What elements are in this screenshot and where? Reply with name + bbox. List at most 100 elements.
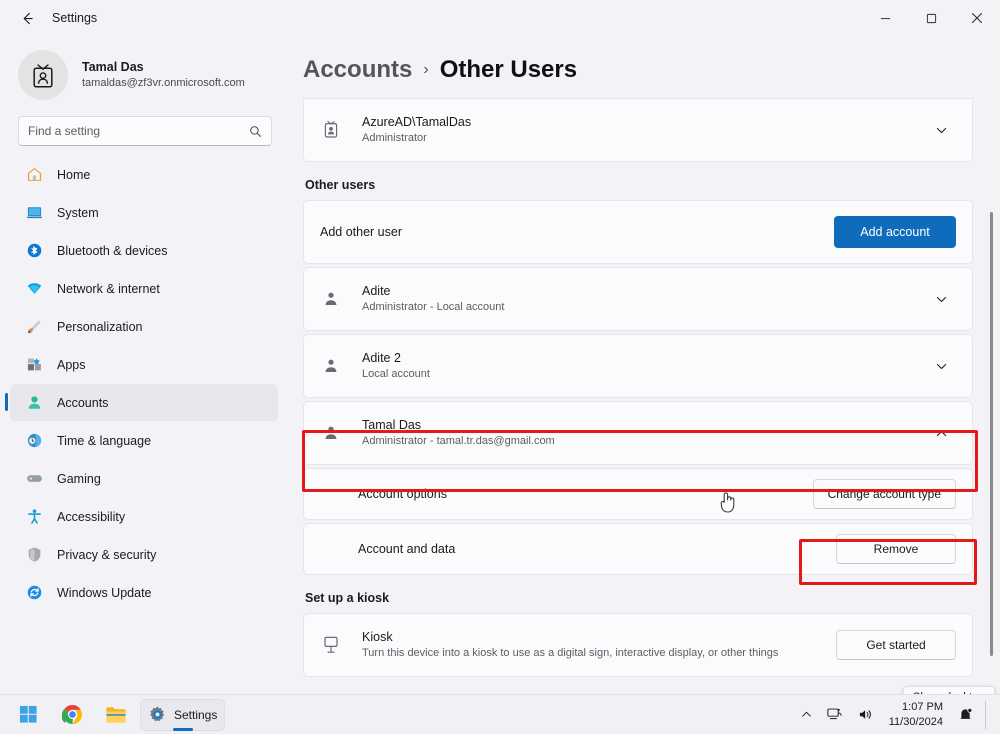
maximize-button[interactable] — [908, 0, 954, 36]
chevron-down-icon[interactable] — [926, 115, 956, 145]
sidebar-item-label: Network & internet — [57, 281, 160, 296]
sidebar-item-gaming[interactable]: Gaming — [10, 460, 278, 497]
sidebar: Tamal Das tamaldas@zf3vr.onmicrosoft.com… — [0, 36, 288, 694]
sidebar-item-apps[interactable]: Apps — [10, 346, 278, 383]
add-account-button[interactable]: Add account — [834, 216, 956, 248]
accounts-person-icon — [24, 393, 44, 413]
sidebar-item-network[interactable]: Network & internet — [10, 270, 278, 307]
chevron-down-icon[interactable] — [926, 284, 956, 314]
search-input[interactable] — [28, 124, 249, 138]
user-card-tamal-das: Tamal Das Administrator - tamal.tr.das@g… — [303, 401, 973, 465]
sidebar-item-label: Accessibility — [57, 509, 126, 524]
sidebar-item-label: System — [57, 205, 99, 220]
home-icon — [24, 165, 44, 185]
sidebar-item-label: Home — [57, 167, 91, 182]
user-sub: Local account — [362, 368, 430, 381]
sidebar-item-label: Personalization — [57, 319, 143, 334]
sidebar-item-privacy-security[interactable]: Privacy & security — [10, 536, 278, 573]
settings-window: Settings Tamal Das tamaldas@zf3vr.onmicr… — [0, 0, 1000, 734]
window-title: Settings — [52, 11, 98, 25]
user-name: Adite 2 — [362, 350, 401, 365]
clock-time: 1:07 PM — [902, 700, 943, 713]
azuread-account-sub: Administrator — [362, 132, 427, 145]
add-other-user-label: Add other user — [320, 225, 402, 239]
user-texts: Tamal Das Administrator - tamal.tr.das@g… — [362, 416, 926, 450]
sidebar-item-time-language[interactable]: Time & language — [10, 422, 278, 459]
tray-chevron-up-icon[interactable] — [798, 705, 815, 724]
title-bar: Settings — [0, 0, 1000, 36]
azuread-account-name: AzureAD\TamalDas — [362, 114, 472, 129]
azuread-account-texts: AzureAD\TamalDas Administrator — [362, 113, 926, 147]
kiosk-name: Kiosk — [362, 629, 393, 644]
remove-button[interactable]: Remove — [836, 534, 956, 564]
user-texts: Adite Administrator - Local account — [362, 282, 926, 316]
sidebar-item-system[interactable]: System — [10, 194, 278, 231]
clock-date: 11/30/2024 — [888, 715, 943, 728]
notification-bell-icon[interactable] — [955, 703, 976, 726]
azuread-account-row[interactable]: AzureAD\TamalDas Administrator — [304, 99, 972, 161]
taskbar-settings-button[interactable]: Settings — [140, 698, 226, 731]
taskbar-file-explorer-button[interactable] — [96, 699, 136, 731]
azuread-account-card: AzureAD\TamalDas Administrator — [303, 98, 973, 162]
back-button[interactable] — [10, 3, 44, 33]
minimize-button[interactable] — [862, 0, 908, 36]
add-other-user-card: Add other user Add account — [303, 200, 973, 264]
work-account-icon — [320, 120, 342, 140]
user-row-expanded[interactable]: Tamal Das Administrator - tamal.tr.das@g… — [304, 402, 972, 464]
user-card-adite: Adite Administrator - Local account — [303, 267, 973, 331]
content-scrollbar[interactable] — [990, 212, 993, 656]
user-name: Adite — [362, 283, 391, 298]
minimize-icon — [880, 17, 890, 19]
volume-icon[interactable] — [855, 703, 877, 726]
personalization-brush-icon — [24, 317, 44, 337]
kiosk-monitor-icon — [320, 635, 342, 655]
taskbar-start-button[interactable] — [8, 699, 48, 731]
sidebar-item-label: Accounts — [57, 395, 109, 410]
sidebar-item-windows-update[interactable]: Windows Update — [10, 574, 278, 611]
taskbar-clock[interactable]: 1:07 PM 11/30/2024 — [886, 700, 946, 730]
chevron-down-icon[interactable] — [926, 351, 956, 381]
sidebar-item-label: Bluetooth & devices — [57, 243, 168, 258]
chevron-right-icon: › — [423, 61, 429, 78]
network-tray-icon[interactable] — [824, 703, 846, 726]
sidebar-item-label: Gaming — [57, 471, 101, 486]
user-texts: Adite 2 Local account — [362, 349, 926, 383]
system-icon — [24, 203, 44, 223]
kiosk-card: Kiosk Turn this device into a kiosk to u… — [303, 613, 973, 677]
person-icon — [320, 290, 342, 308]
account-options-label: Account options — [358, 487, 447, 501]
account-options-row: Account options Change account type — [304, 469, 972, 519]
search-box[interactable] — [18, 116, 272, 146]
sidebar-item-label: Apps — [57, 357, 86, 372]
breadcrumb-parent[interactable]: Accounts — [303, 56, 412, 84]
user-name: Tamal Das — [362, 417, 422, 432]
page-title: Other Users — [439, 56, 578, 83]
show-desktop-tooltip: Show desktop — [902, 686, 995, 694]
sidebar-item-bluetooth[interactable]: Bluetooth & devices — [10, 232, 278, 269]
sidebar-item-personalization[interactable]: Personalization — [10, 308, 278, 345]
sidebar-item-label: Privacy & security — [57, 547, 157, 562]
sidebar-item-accessibility[interactable]: Accessibility — [10, 498, 278, 535]
close-button[interactable] — [954, 0, 1000, 36]
taskbar-chrome-button[interactable] — [52, 699, 92, 731]
sidebar-item-accounts[interactable]: Accounts — [5, 384, 278, 421]
kiosk-texts: Kiosk Turn this device into a kiosk to u… — [362, 628, 836, 662]
chevron-up-icon[interactable] — [926, 418, 956, 448]
user-row[interactable]: Adite 2 Local account — [304, 335, 972, 397]
profile-name: Tamal Das — [82, 60, 144, 75]
kiosk-sub: Turn this device into a kiosk to use as … — [362, 647, 779, 660]
kiosk-row[interactable]: Kiosk Turn this device into a kiosk to u… — [304, 614, 972, 676]
user-sub: Administrator - tamal.tr.das@gmail.com — [362, 435, 555, 448]
main-content: Accounts › Other Users AzureAD\TamalDas … — [288, 36, 1000, 694]
user-sub: Administrator - Local account — [362, 301, 505, 314]
kiosk-get-started-button[interactable]: Get started — [836, 630, 956, 660]
change-account-type-button[interactable]: Change account type — [812, 479, 956, 509]
clock-globe-icon — [24, 431, 44, 451]
sidebar-item-home[interactable]: Home — [10, 156, 278, 193]
user-row[interactable]: Adite Administrator - Local account — [304, 268, 972, 330]
user-profile[interactable]: Tamal Das tamaldas@zf3vr.onmicrosoft.com — [0, 36, 288, 114]
show-desktop-button[interactable] — [985, 700, 992, 729]
search-icon — [250, 125, 261, 137]
shield-icon — [24, 545, 44, 565]
gamepad-icon — [24, 469, 44, 489]
